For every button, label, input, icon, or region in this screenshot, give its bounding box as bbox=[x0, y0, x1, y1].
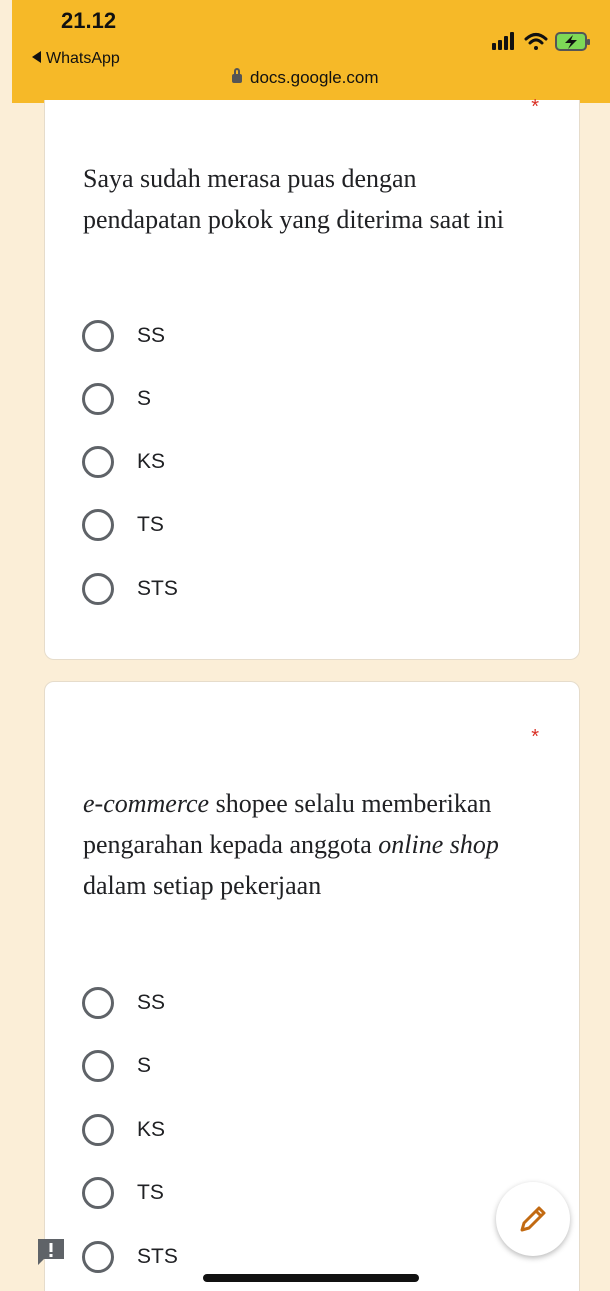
option-label: KS bbox=[137, 1118, 166, 1141]
wifi-icon bbox=[524, 33, 548, 50]
option-label: KS bbox=[137, 450, 166, 473]
question-text-italic: e-commerce bbox=[83, 789, 210, 818]
radio-option-ss[interactable]: SS bbox=[82, 318, 165, 354]
question-title: e-commerce shopee selalu memberikan peng… bbox=[83, 783, 523, 906]
question-text-italic: online shop bbox=[378, 830, 499, 859]
option-label: TS bbox=[137, 513, 164, 536]
radio-option-ts[interactable]: TS bbox=[82, 1175, 164, 1211]
option-label: S bbox=[137, 1054, 152, 1077]
radio-button[interactable] bbox=[82, 1177, 114, 1209]
radio-button[interactable] bbox=[82, 573, 114, 605]
status-time: 21.12 bbox=[61, 8, 117, 33]
question-text: dalam setiap pekerjaan bbox=[83, 871, 322, 900]
report-icon bbox=[38, 1239, 64, 1265]
radio-option-ks[interactable]: KS bbox=[82, 1112, 165, 1148]
home-indicator[interactable] bbox=[203, 1274, 419, 1282]
radio-option-ks[interactable]: KS bbox=[82, 444, 165, 480]
report-button[interactable] bbox=[36, 1237, 66, 1267]
option-label: SS bbox=[137, 324, 166, 347]
option-label: STS bbox=[137, 1245, 178, 1268]
radio-button[interactable] bbox=[82, 509, 114, 541]
url-text: docs.google.com bbox=[250, 68, 379, 87]
status-bar: 21.12 WhatsApp docs.google.com bbox=[12, 0, 610, 103]
option-label: S bbox=[137, 387, 152, 410]
pencil-icon bbox=[520, 1206, 546, 1232]
radio-button[interactable] bbox=[82, 987, 114, 1019]
status-icons bbox=[492, 30, 602, 52]
radio-option-ts[interactable]: TS bbox=[82, 507, 164, 543]
battery-charging-icon bbox=[555, 32, 590, 51]
signal-icon bbox=[492, 32, 514, 50]
radio-option-sts[interactable]: STS bbox=[82, 1239, 178, 1275]
question-card: * Saya sudah merasa puas dengan pendapat… bbox=[44, 96, 580, 660]
radio-button[interactable] bbox=[82, 320, 114, 352]
edit-fab[interactable] bbox=[496, 1182, 570, 1256]
radio-button[interactable] bbox=[82, 1050, 114, 1082]
radio-button[interactable] bbox=[82, 1241, 114, 1273]
question-text: Saya sudah merasa puas dengan pendapatan… bbox=[83, 164, 504, 234]
radio-option-ss[interactable]: SS bbox=[82, 985, 165, 1021]
radio-option-s[interactable]: S bbox=[82, 1048, 151, 1084]
radio-option-sts[interactable]: STS bbox=[82, 571, 178, 607]
radio-button[interactable] bbox=[82, 446, 114, 478]
back-app-label: WhatsApp bbox=[46, 50, 120, 67]
back-arrow-icon bbox=[32, 50, 41, 63]
radio-option-s[interactable]: S bbox=[82, 381, 151, 417]
lock-icon bbox=[232, 68, 242, 83]
option-label: STS bbox=[137, 577, 178, 600]
option-label: SS bbox=[137, 991, 166, 1014]
required-asterisk: * bbox=[531, 726, 539, 748]
required-asterisk: * bbox=[531, 96, 539, 118]
option-label: TS bbox=[137, 1181, 164, 1204]
question-title: Saya sudah merasa puas dengan pendapatan… bbox=[83, 158, 523, 240]
radio-button[interactable] bbox=[82, 383, 114, 415]
back-to-app-link[interactable]: WhatsApp bbox=[32, 50, 120, 68]
address-bar[interactable]: docs.google.com bbox=[232, 68, 379, 88]
question-card: * e-commerce shopee selalu memberikan pe… bbox=[44, 681, 580, 1291]
radio-button[interactable] bbox=[82, 1114, 114, 1146]
